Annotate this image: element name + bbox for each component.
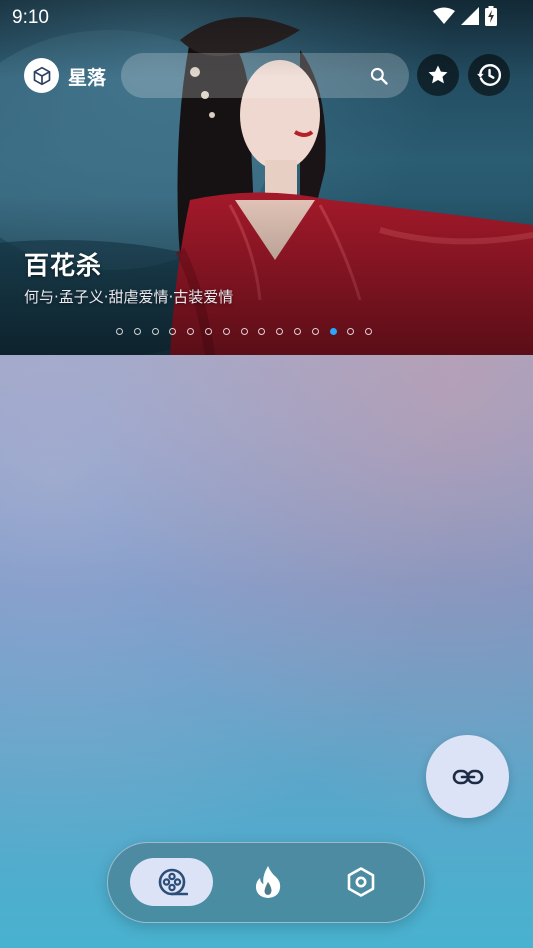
- page-dot[interactable]: [311, 328, 319, 335]
- wifi-icon: [433, 7, 455, 24]
- search-bar[interactable]: [121, 53, 409, 100]
- star-icon: [428, 65, 448, 84]
- status-time: 9:10: [12, 7, 49, 28]
- nav-item-hot[interactable]: [228, 858, 308, 906]
- status-icons: [433, 6, 497, 26]
- fire-icon: [255, 866, 281, 898]
- signal-icon: [461, 7, 479, 25]
- page-dot[interactable]: [151, 328, 159, 335]
- page-dot[interactable]: [187, 328, 195, 335]
- app-name: 星落: [68, 67, 107, 89]
- page-dot[interactable]: [116, 328, 123, 335]
- hexagon-settings-icon: [347, 867, 375, 897]
- page-dot-active[interactable]: [329, 328, 337, 335]
- status-bar: 9:10: [0, 0, 533, 36]
- page-dot[interactable]: [240, 328, 248, 335]
- page-dot[interactable]: [222, 328, 230, 335]
- film-reel-icon: [158, 868, 188, 896]
- link-icon: [452, 769, 483, 784]
- page-dot[interactable]: [276, 328, 284, 335]
- page-dot[interactable]: [133, 328, 141, 335]
- page-dot[interactable]: [293, 328, 301, 335]
- link-fab-button[interactable]: [426, 735, 509, 818]
- favorites-button[interactable]: [417, 54, 459, 96]
- page-dot[interactable]: [347, 328, 355, 335]
- page-dot[interactable]: [258, 328, 266, 335]
- search-icon[interactable]: [369, 66, 389, 86]
- search-input[interactable]: [137, 53, 361, 100]
- nav-item-settings[interactable]: [321, 858, 401, 906]
- page-dot[interactable]: [204, 328, 212, 335]
- history-icon: [477, 64, 502, 86]
- nav-item-movies[interactable]: [130, 858, 213, 906]
- history-button[interactable]: [468, 54, 510, 96]
- battery-charging-icon: [485, 6, 497, 26]
- page-dot[interactable]: [365, 328, 373, 335]
- app-logo[interactable]: [24, 58, 59, 93]
- banner-title: 百花杀: [24, 251, 103, 280]
- cube-icon: [33, 66, 50, 85]
- banner-page-indicator[interactable]: [116, 328, 373, 335]
- banner-subtitle: 何与·孟子义·甜虐爱情·古装爱情: [24, 288, 234, 306]
- page-dot[interactable]: [169, 328, 177, 335]
- bottom-navigation: [107, 842, 425, 923]
